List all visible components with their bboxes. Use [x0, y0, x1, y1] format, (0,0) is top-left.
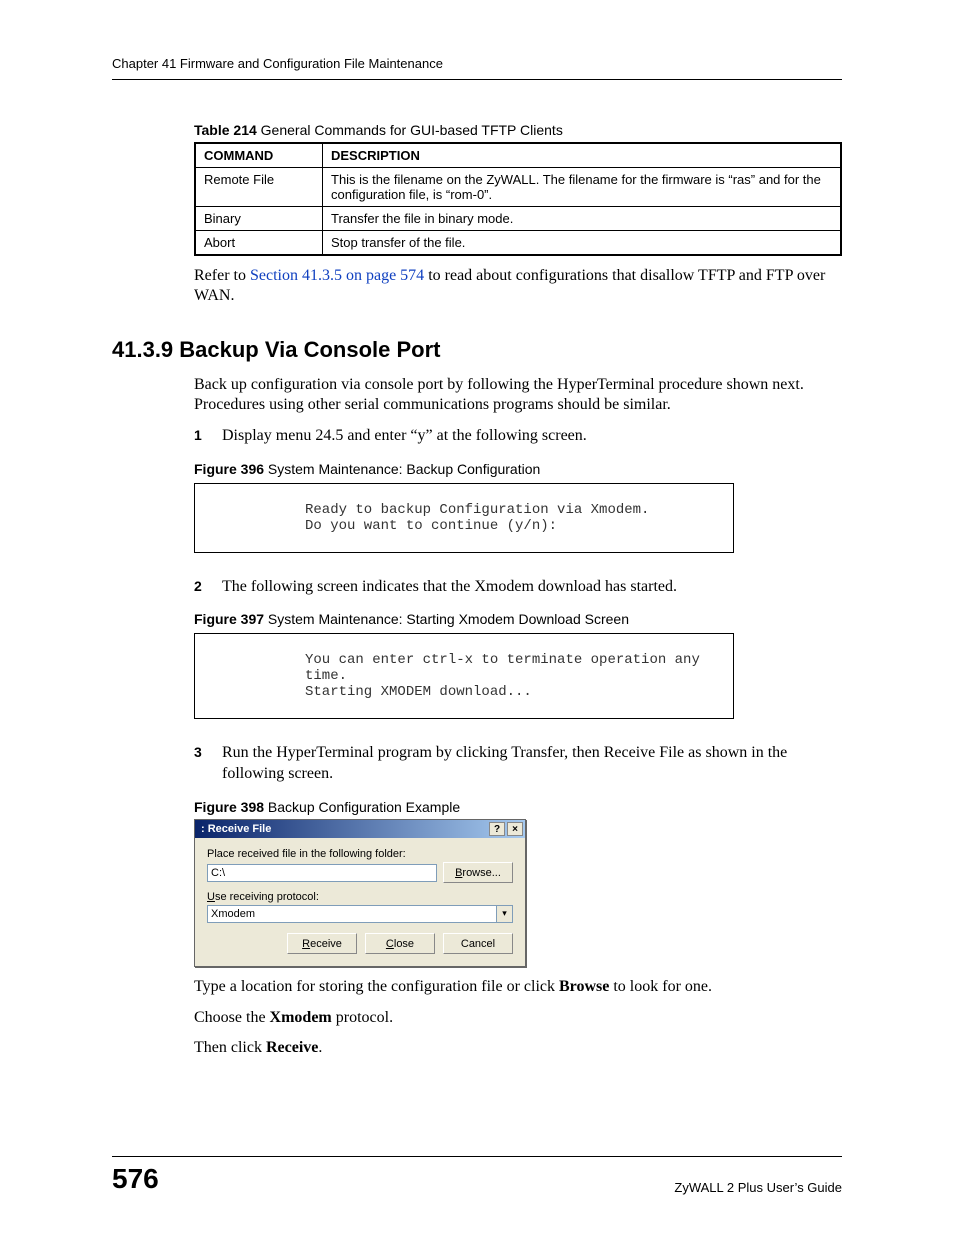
figure-text: Backup Configuration Example	[264, 799, 460, 815]
close-icon[interactable]: ×	[507, 822, 523, 836]
t3-bold: Receive	[266, 1039, 318, 1056]
chevron-down-icon[interactable]: ▾	[496, 906, 512, 922]
paragraph-reference: Refer to Section 41.3.5 on page 574 to r…	[194, 266, 842, 307]
table-row: Remote File This is the filename on the …	[195, 168, 841, 207]
t1-bold: Browse	[559, 978, 609, 995]
figure-396-caption: Figure 396 System Maintenance: Backup Co…	[194, 461, 842, 477]
t1-pre: Type a location for storing the configur…	[194, 978, 559, 995]
folder-label: Place received file in the following fol…	[207, 848, 513, 860]
table-214-caption: Table 214 General Commands for GUI-based…	[194, 122, 842, 138]
step-text: Display menu 24.5 and enter “y” at the f…	[222, 427, 587, 444]
t1-post: to look for one.	[609, 978, 712, 995]
step-1: 1 Display menu 24.5 and enter “y” at the…	[194, 426, 842, 447]
table-caption-label: Table 214	[194, 122, 257, 138]
close-underline: C	[386, 938, 394, 950]
table-header-row: COMMAND DESCRIPTION	[195, 143, 841, 168]
table-row: Binary Transfer the file in binary mode.	[195, 207, 841, 231]
t2-post: protocol.	[332, 1009, 393, 1026]
receive-file-dialog: : Receive File ? × Place received file i…	[194, 819, 526, 967]
step-number: 3	[194, 743, 202, 761]
protocol-select[interactable]: Xmodem ▾	[207, 905, 513, 923]
step-text: The following screen indicates that the …	[222, 578, 677, 595]
ref-pre: Refer to	[194, 267, 250, 284]
figure-396-code: Ready to backup Configuration via Xmodem…	[194, 483, 734, 553]
running-header: Chapter 41 Firmware and Configuration Fi…	[112, 56, 842, 80]
cell-command: Abort	[195, 231, 323, 256]
close-rest: lose	[394, 938, 414, 950]
t2-pre: Choose the	[194, 1009, 270, 1026]
step-bold-transfer: Transfer	[511, 744, 564, 761]
table-214: COMMAND DESCRIPTION Remote File This is …	[194, 142, 842, 256]
figure-398-caption: Figure 398 Backup Configuration Example	[194, 799, 842, 815]
tail-paragraph-3: Then click Receive.	[194, 1038, 842, 1058]
dialog-titlebar[interactable]: : Receive File ? ×	[195, 820, 525, 838]
t3-post: .	[318, 1039, 322, 1056]
t2-bold: Xmodem	[270, 1009, 332, 1026]
tail-paragraph-1: Type a location for storing the configur…	[194, 977, 842, 997]
browse-button[interactable]: Browse...	[443, 862, 513, 883]
step-2: 2 The following screen indicates that th…	[194, 577, 842, 598]
section-heading-4139: 41.3.9 Backup Via Console Port	[112, 337, 842, 363]
th-command: COMMAND	[195, 143, 323, 168]
step-number: 2	[194, 577, 202, 595]
step-text-pre: Run the HyperTerminal program by clickin…	[222, 744, 511, 761]
figure-label: Figure 397	[194, 611, 264, 627]
figure-text: System Maintenance: Backup Configuration	[264, 461, 540, 477]
protocol-value: Xmodem	[211, 908, 255, 920]
cell-description: This is the filename on the ZyWALL. The …	[323, 168, 842, 207]
protocol-rest: se receiving protocol:	[215, 891, 319, 903]
cell-description: Transfer the file in binary mode.	[323, 207, 842, 231]
protocol-underline: U	[207, 891, 215, 903]
cross-ref-link[interactable]: Section 41.3.5 on page 574	[250, 267, 424, 284]
figure-text: System Maintenance: Starting Xmodem Down…	[264, 611, 629, 627]
dialog-title: : Receive File	[201, 823, 271, 835]
section-intro: Back up configuration via console port b…	[194, 375, 842, 416]
receive-underline: R	[302, 938, 310, 950]
figure-397-code: You can enter ctrl-x to terminate operat…	[194, 633, 734, 719]
browse-rest: rowse...	[462, 867, 501, 879]
cancel-button[interactable]: Cancel	[443, 933, 513, 954]
help-icon[interactable]: ?	[489, 822, 505, 836]
step-3: 3 Run the HyperTerminal program by click…	[194, 743, 842, 785]
th-description: DESCRIPTION	[323, 143, 842, 168]
t3-pre: Then click	[194, 1039, 266, 1056]
cell-command: Binary	[195, 207, 323, 231]
close-button[interactable]: Close	[365, 933, 435, 954]
step-text-mid: , then	[564, 744, 604, 761]
figure-397-caption: Figure 397 System Maintenance: Starting …	[194, 611, 842, 627]
tail-paragraph-2: Choose the Xmodem protocol.	[194, 1008, 842, 1028]
folder-input[interactable]	[207, 864, 437, 882]
cell-command: Remote File	[195, 168, 323, 207]
step-number: 1	[194, 426, 202, 444]
receive-button[interactable]: Receive	[287, 933, 357, 954]
figure-label: Figure 396	[194, 461, 264, 477]
table-row: Abort Stop transfer of the file.	[195, 231, 841, 256]
step-bold-receive-file: Receive File	[604, 744, 684, 761]
guide-title: ZyWALL 2 Plus User’s Guide	[674, 1180, 842, 1195]
table-caption-text: General Commands for GUI-based TFTP Clie…	[257, 122, 563, 138]
figure-label: Figure 398	[194, 799, 264, 815]
receive-rest: eceive	[310, 938, 342, 950]
cell-description: Stop transfer of the file.	[323, 231, 842, 256]
page-number: 576	[112, 1163, 159, 1195]
protocol-label: Use receiving protocol:	[207, 891, 513, 903]
page-footer: 576 ZyWALL 2 Plus User’s Guide	[112, 1156, 842, 1195]
